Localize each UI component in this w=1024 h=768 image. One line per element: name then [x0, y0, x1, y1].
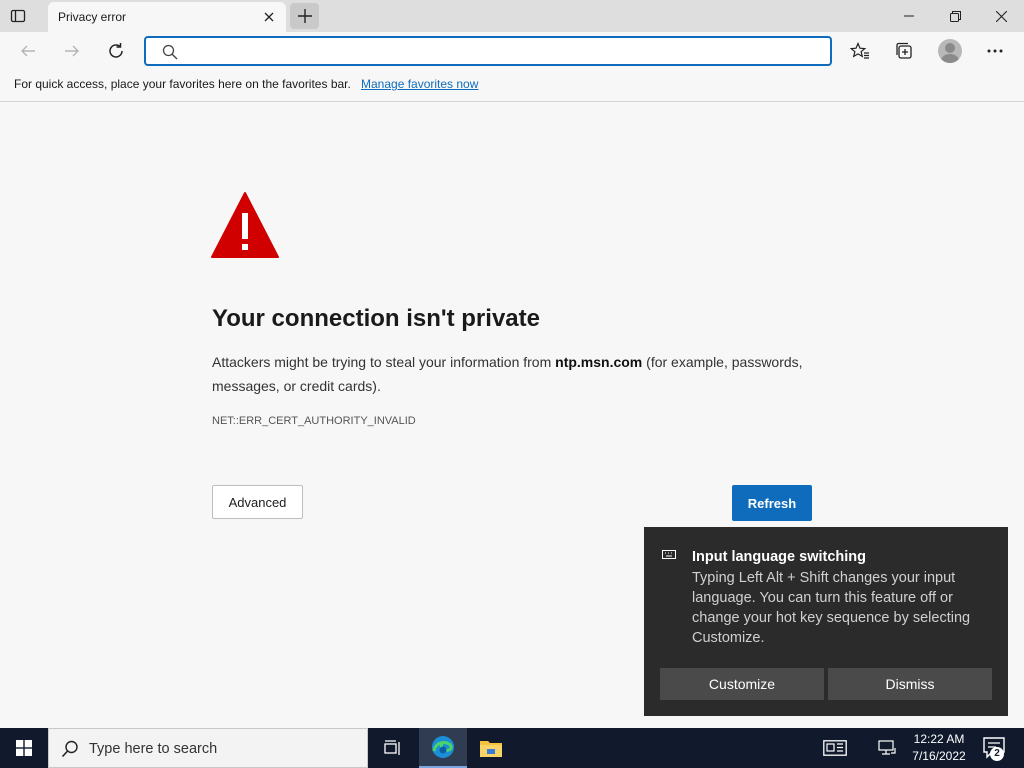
- description-prefix: Attackers might be trying to steal your …: [212, 354, 556, 370]
- close-icon: [995, 10, 1007, 22]
- refresh-button[interactable]: Refresh: [732, 485, 812, 521]
- browser-toolbar: [0, 32, 1024, 70]
- task-view-icon: [384, 740, 400, 755]
- address-input[interactable]: [188, 41, 808, 63]
- back-button[interactable]: [13, 37, 43, 65]
- clock-date: 7/16/2022: [912, 749, 966, 763]
- network-icon: [878, 740, 896, 755]
- arrow-right-icon: [65, 45, 79, 57]
- news-icon: [823, 740, 847, 756]
- error-code: NET::ERR_CERT_AUTHORITY_INVALID: [212, 415, 416, 427]
- restore-icon: [949, 10, 961, 22]
- news-widget-button[interactable]: [811, 728, 859, 768]
- folder-icon: [480, 741, 502, 757]
- star-list-icon: [850, 42, 869, 59]
- favorites-button[interactable]: [845, 37, 875, 65]
- settings-more-button[interactable]: [980, 37, 1010, 65]
- notification-body: Typing Left Alt + Shift changes your inp…: [692, 570, 971, 646]
- start-button[interactable]: [0, 728, 48, 768]
- plus-icon: [297, 9, 312, 23]
- task-view-button[interactable]: [368, 728, 416, 768]
- arrow-left-icon: [21, 45, 35, 57]
- tab-actions-icon[interactable]: [9, 7, 27, 25]
- forward-button[interactable]: [57, 37, 87, 65]
- keyboard-icon: [662, 550, 676, 559]
- tab-privacy-error[interactable]: Privacy error: [48, 2, 286, 32]
- address-bar[interactable]: [144, 36, 832, 66]
- restore-button[interactable]: [932, 0, 978, 32]
- notification-count-badge: 2: [990, 747, 1004, 761]
- network-status-button[interactable]: [872, 728, 902, 768]
- minimize-icon: [904, 15, 914, 17]
- avatar-body: [941, 54, 959, 63]
- tab-title: Privacy error: [58, 10, 127, 24]
- search-icon: [61, 740, 78, 758]
- clock-time: 12:22 AM: [913, 732, 965, 746]
- file-explorer-button[interactable]: [467, 728, 515, 768]
- favorites-bar-message: For quick access, place your favorites h…: [14, 77, 351, 91]
- favorites-bar: For quick access, place your favorites h…: [0, 70, 1024, 102]
- windows-logo-icon: [16, 740, 32, 756]
- page-title: Your connection isn't private: [212, 305, 540, 332]
- close-tab-icon[interactable]: [262, 10, 276, 24]
- advanced-button[interactable]: Advanced: [212, 485, 303, 519]
- blocked-domain: ntp.msn.com: [555, 354, 643, 370]
- dismiss-button[interactable]: Dismiss: [828, 668, 992, 700]
- minimize-button[interactable]: [886, 0, 932, 32]
- error-description: Attackers might be trying to steal your …: [212, 350, 822, 398]
- new-tab-button[interactable]: [290, 3, 319, 29]
- manage-favorites-link[interactable]: Manage favorites now: [361, 77, 478, 91]
- collections-icon: [896, 42, 912, 59]
- edge-browser-icon: [432, 736, 454, 758]
- collections-button[interactable]: [889, 37, 919, 65]
- warning-triangle-icon: [211, 192, 279, 258]
- edge-taskbar-button[interactable]: [419, 728, 467, 768]
- customize-button[interactable]: Customize: [660, 668, 824, 700]
- profile-avatar[interactable]: [938, 39, 962, 63]
- more-horizontal-icon: [987, 49, 1003, 53]
- language-switch-notification: Input language switching Typing Left Alt…: [644, 527, 1008, 716]
- taskbar-clock[interactable]: 12:22 AM 7/16/2022: [904, 731, 974, 765]
- taskbar: Type here to search 12:22 AM 7/16/2022 2: [0, 728, 1024, 768]
- taskbar-search-placeholder: Type here to search: [89, 741, 218, 757]
- avatar-head: [945, 43, 955, 53]
- notification-title: Input language switching: [692, 549, 866, 565]
- search-icon: [162, 44, 178, 60]
- reload-button[interactable]: [101, 37, 131, 65]
- close-window-button[interactable]: [978, 0, 1024, 32]
- title-bar: Privacy error: [0, 0, 1024, 32]
- taskbar-search-box[interactable]: Type here to search: [48, 728, 368, 768]
- reload-icon: [109, 43, 123, 58]
